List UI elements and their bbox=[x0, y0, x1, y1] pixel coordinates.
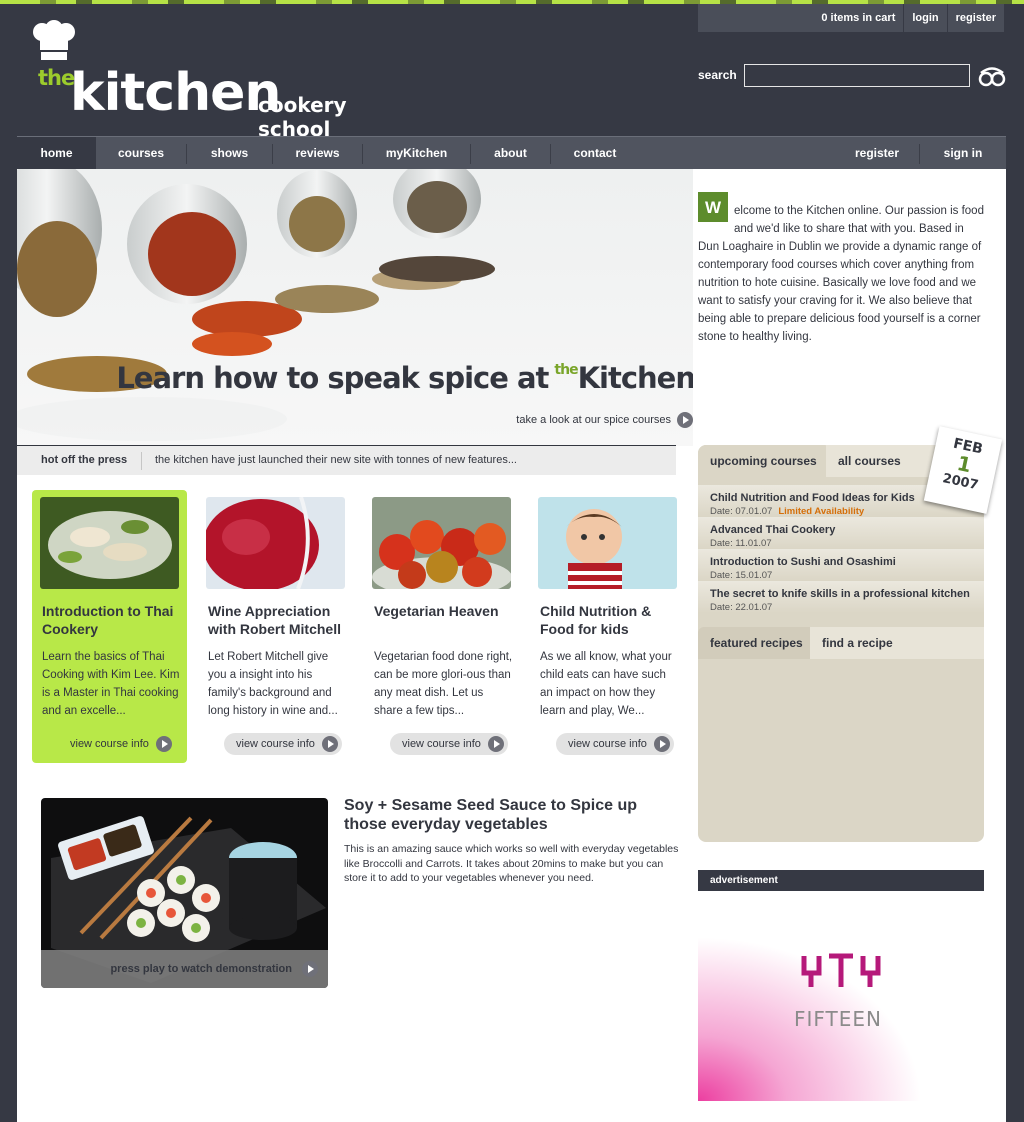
view-course-button[interactable]: view course info bbox=[390, 733, 508, 755]
nav-about[interactable]: about bbox=[471, 137, 550, 169]
play-icon[interactable] bbox=[302, 961, 318, 977]
course-card-wine[interactable]: Wine Appreciation with Robert Mitchell L… bbox=[198, 490, 353, 763]
login-link[interactable]: login bbox=[903, 4, 946, 32]
news-divider bbox=[141, 452, 142, 470]
availability-badge: Limited Availability bbox=[778, 506, 865, 517]
arrow-right-icon bbox=[322, 736, 338, 752]
spice-courses-link[interactable]: take a look at our spice courses bbox=[516, 412, 693, 428]
nav-shows[interactable]: shows bbox=[187, 137, 272, 169]
course-description: Let Robert Mitchell give you a insight i… bbox=[208, 651, 338, 717]
cart-link[interactable]: 0 items in cart bbox=[813, 4, 903, 32]
nav-mykitchen[interactable]: myKitchen bbox=[363, 137, 470, 169]
view-course-button[interactable]: view course info bbox=[224, 733, 342, 755]
welcome-body: food and we'd like to share that with yo… bbox=[698, 205, 984, 343]
welcome-text: W elcome to the Kitchen online. Our pass… bbox=[698, 190, 988, 346]
play-label: press play to watch demonstration bbox=[110, 963, 292, 975]
nav-register[interactable]: register bbox=[835, 137, 919, 169]
chef-hat-icon bbox=[33, 20, 75, 60]
nav-sign-in[interactable]: sign in bbox=[920, 137, 1006, 169]
tab-upcoming-courses[interactable]: upcoming courses bbox=[698, 445, 831, 477]
logo-the: the bbox=[38, 66, 75, 90]
tab-featured-recipes[interactable]: featured recipes bbox=[698, 627, 817, 659]
hero-headline: Learn how to speak spice at theKitchen bbox=[116, 361, 693, 395]
logo-subtitle: cookery school bbox=[258, 93, 347, 141]
course-title[interactable]: Introduction to Thai Cookery bbox=[42, 602, 182, 638]
search-go-icon[interactable] bbox=[978, 65, 1006, 89]
courses-panel: upcoming courses all courses Child Nutri… bbox=[698, 445, 984, 842]
course-item[interactable]: The secret to knife skills in a professi… bbox=[710, 587, 982, 615]
recipe-tabs: featured recipes find a recipe bbox=[698, 627, 984, 659]
recipe-video[interactable]: press play to watch demonstration bbox=[41, 798, 328, 988]
course-item[interactable]: Introduction to Sushi and Osashimi Date:… bbox=[710, 555, 982, 583]
advertisement-banner[interactable]: FIFTEEN bbox=[698, 891, 984, 1101]
search-form: search bbox=[698, 64, 1008, 88]
play-bar[interactable]: press play to watch demonstration bbox=[41, 950, 328, 988]
course-description: Vegetarian food done right, can be more … bbox=[374, 651, 513, 717]
search-input[interactable] bbox=[744, 64, 970, 87]
arrow-right-icon bbox=[156, 736, 172, 752]
child-eating-image bbox=[538, 497, 677, 589]
course-title[interactable]: Child Nutrition & Food for kids bbox=[540, 602, 680, 638]
spice-jars-image bbox=[17, 169, 495, 441]
view-course-button[interactable]: view course info bbox=[556, 733, 674, 755]
advertiser-name: FIFTEEN bbox=[794, 1007, 883, 1031]
nav-home[interactable]: home bbox=[17, 137, 96, 169]
content-area: Learn how to speak spice at theKitchen ta… bbox=[17, 169, 1006, 1122]
main-nav: home courses shows reviews myKitchen abo… bbox=[17, 136, 1006, 169]
thai-food-image bbox=[40, 497, 179, 589]
fifteen-logo-icon bbox=[801, 953, 881, 987]
course-card-vegetarian[interactable]: Vegetarian Heaven Vegetarian food done r… bbox=[364, 490, 519, 763]
news-tag: hot off the press bbox=[41, 454, 128, 466]
site-logo[interactable]: the kitchen cookery school bbox=[32, 20, 412, 141]
tab-find-recipe[interactable]: find a recipe bbox=[810, 627, 984, 659]
course-description: As we all know, what your child eats can… bbox=[540, 651, 672, 717]
hero-banner: Learn how to speak spice at theKitchen ta… bbox=[17, 169, 693, 446]
course-title[interactable]: Wine Appreciation with Robert Mitchell bbox=[208, 602, 348, 638]
recipe-title[interactable]: Soy + Sesame Seed Sauce to Spice up thos… bbox=[344, 796, 674, 834]
wine-glass-image bbox=[206, 497, 345, 589]
course-item[interactable]: Advanced Thai Cookery Date: 11.01.07 bbox=[710, 523, 982, 551]
nav-reviews[interactable]: reviews bbox=[273, 137, 362, 169]
welcome-first-line: elcome to the Kitchen online. Our passio… bbox=[734, 205, 959, 217]
search-label: search bbox=[698, 68, 737, 82]
view-course-button[interactable]: view course info bbox=[58, 733, 176, 755]
arrow-right-icon bbox=[488, 736, 504, 752]
news-text[interactable]: the kitchen have just launched their new… bbox=[155, 454, 517, 466]
nav-courses[interactable]: courses bbox=[96, 137, 186, 169]
course-description: Learn the basics of Thai Cooking with Ki… bbox=[42, 651, 180, 717]
news-ticker: hot off the press the kitchen have just … bbox=[17, 445, 676, 475]
drop-cap: W bbox=[698, 192, 728, 222]
tomatoes-image bbox=[372, 497, 511, 589]
logo-kitchen: kitchen bbox=[70, 63, 281, 123]
course-card-child-nutrition[interactable]: Child Nutrition & Food for kids As we al… bbox=[530, 490, 685, 763]
register-link[interactable]: register bbox=[946, 4, 1004, 32]
nav-contact[interactable]: contact bbox=[551, 137, 639, 169]
account-bar: 0 items in cart login register bbox=[698, 4, 1004, 32]
advertisement-header: advertisement bbox=[698, 870, 984, 897]
arrow-right-icon bbox=[677, 412, 693, 428]
date-badge: FEB 1 2007 bbox=[923, 426, 1003, 514]
arrow-right-icon bbox=[654, 736, 670, 752]
recipe-description: This is an amazing sauce which works so … bbox=[344, 843, 679, 884]
course-card-thai[interactable]: Introduction to Thai Cookery Learn the b… bbox=[32, 490, 187, 763]
course-title[interactable]: Vegetarian Heaven bbox=[374, 602, 514, 620]
